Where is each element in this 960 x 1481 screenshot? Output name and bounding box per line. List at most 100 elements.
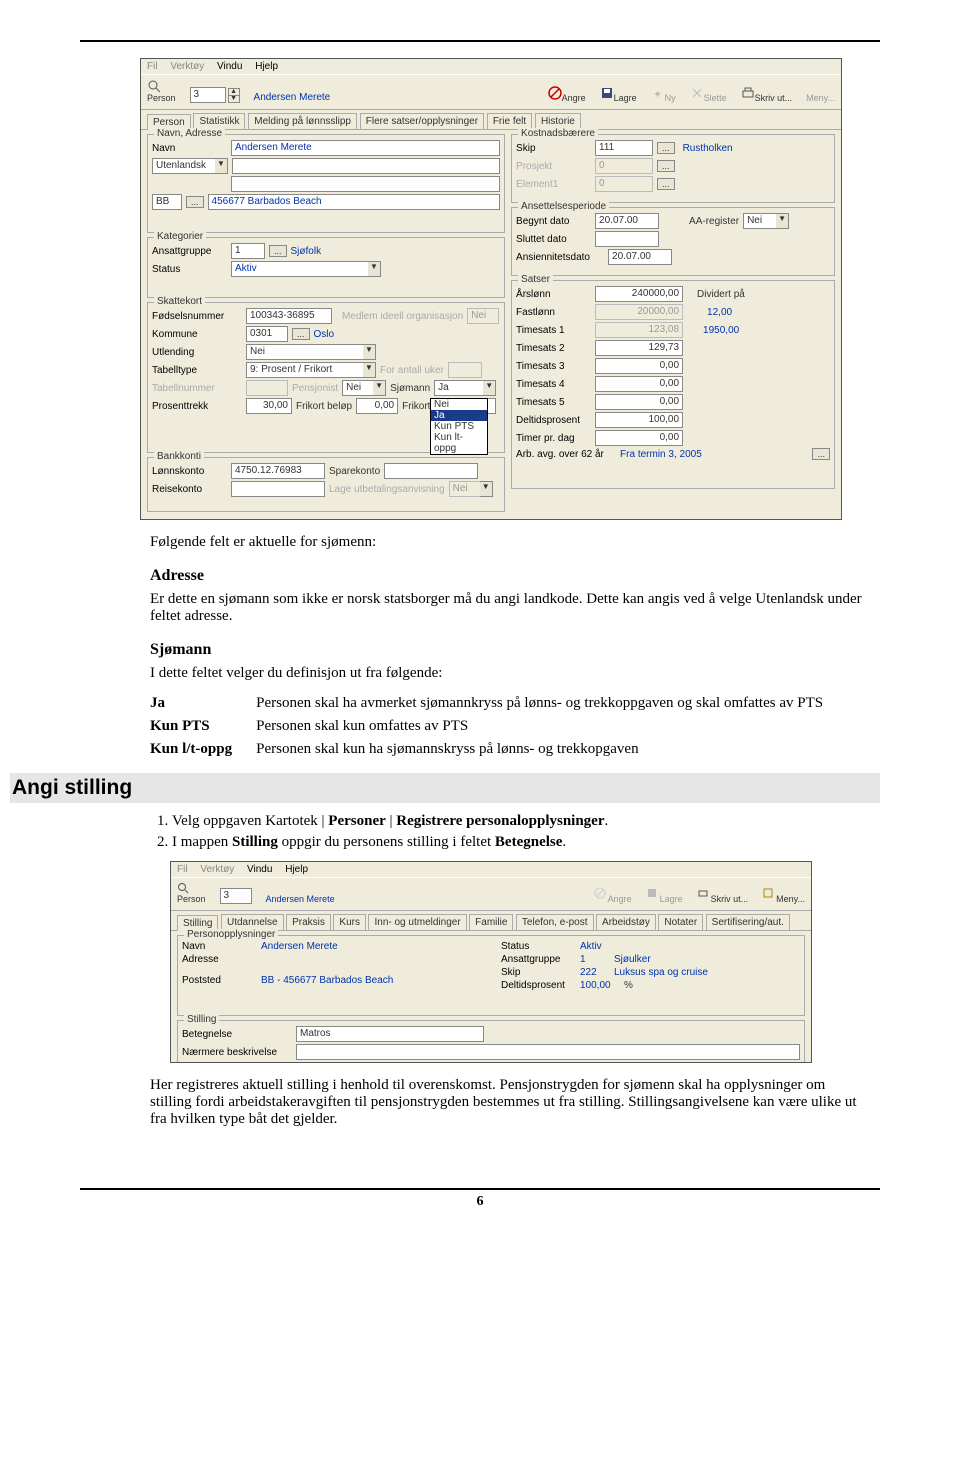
group-ansettelsesperiode: Ansettelsesperiode xyxy=(518,201,609,212)
menu-hjelp[interactable]: Hjelp xyxy=(255,61,278,72)
tab2-sertif[interactable]: Sertifisering/aut. xyxy=(706,914,790,930)
field-kommune-code[interactable]: 0301 xyxy=(246,326,288,342)
field2-betegnelse[interactable]: Matros xyxy=(296,1026,484,1042)
combo-aareg[interactable]: Nei▼ xyxy=(743,213,789,229)
toolbar-lagre[interactable]: Lagre xyxy=(614,93,637,103)
label-deltid: Deltidsprosent xyxy=(516,415,591,426)
save-icon[interactable] xyxy=(600,86,614,100)
field-navn[interactable]: Andersen Merete xyxy=(231,140,500,156)
tab2-utdannelse[interactable]: Utdannelse xyxy=(221,914,284,930)
menu-verktoy[interactable]: Verktøy xyxy=(170,61,204,72)
field-reisekonto[interactable] xyxy=(231,481,325,497)
lookup-skip-button[interactable]: ... xyxy=(657,142,675,154)
combo-adresse[interactable]: Utenlandsk▼ xyxy=(152,158,228,174)
field-sluttet[interactable] xyxy=(595,231,659,247)
sjomann-option-kunlt[interactable]: Kun lt-oppg xyxy=(431,432,487,454)
toolbar2: Person 3 Andersen Merete Angre Lagre Skr… xyxy=(171,878,811,911)
def-lt-key: Kun l/t-oppg xyxy=(150,738,256,761)
sjomann-dropdown-list[interactable]: Nei Ja Kun PTS Kun lt-oppg xyxy=(430,398,488,455)
field-skip[interactable]: 111 xyxy=(595,140,653,156)
field2-naermere[interactable] xyxy=(296,1044,800,1060)
intro-text: Følgende felt er aktuelle for sjømenn: xyxy=(150,534,870,551)
sjomann-option-kunpts[interactable]: Kun PTS xyxy=(431,421,487,432)
combo-pensjonist[interactable]: Nei▼ xyxy=(342,380,386,396)
label2-status: Status xyxy=(501,941,576,952)
field-adresse1[interactable] xyxy=(232,158,500,174)
combo-status[interactable]: Aktiv▼ xyxy=(231,261,381,277)
field-t4[interactable]: 0,00 xyxy=(595,376,683,392)
field-ansdato[interactable]: 20.07.00 xyxy=(608,249,672,265)
definition-table: JaPersonen skal ha avmerket sjømannkryss… xyxy=(150,692,847,761)
field-adresse2[interactable] xyxy=(231,176,500,192)
field-timer[interactable]: 0,00 xyxy=(595,430,683,446)
toolbar-angre[interactable]: Angre xyxy=(562,93,586,103)
label2-navn: Navn xyxy=(182,941,257,952)
tab-historie[interactable]: Historie xyxy=(535,113,581,129)
field-lonnskonto[interactable]: 4750.12.76983 xyxy=(231,463,325,479)
tab2-telefon[interactable]: Telefon, e-post xyxy=(516,914,594,930)
para-sjomann: I dette feltet velger du definisjon ut f… xyxy=(150,665,870,682)
label-sluttet: Sluttet dato xyxy=(516,234,591,245)
label-pensjonist: Pensjonist xyxy=(292,383,338,394)
undo-icon[interactable] xyxy=(548,86,562,100)
para-closing: Her registreres aktuell stilling i henho… xyxy=(150,1077,870,1128)
field-t2[interactable]: 129,73 xyxy=(595,340,683,356)
lookup-arb62-button[interactable]: ... xyxy=(812,448,830,460)
tab-melding[interactable]: Melding på lønnsslipp xyxy=(248,113,357,129)
menu2-hjelp[interactable]: Hjelp xyxy=(285,864,308,875)
lookup-prosjekt-button[interactable]: ... xyxy=(657,160,675,172)
field-t3[interactable]: 0,00 xyxy=(595,358,683,374)
person-id-field[interactable]: 3 xyxy=(190,87,226,103)
print-icon[interactable] xyxy=(741,86,755,100)
lookup-element1-button[interactable]: ... xyxy=(657,178,675,190)
print-icon[interactable] xyxy=(697,887,711,901)
tab2-innut[interactable]: Inn- og utmeldinger xyxy=(368,914,466,930)
menu-fil[interactable]: Fil xyxy=(147,61,158,72)
field-sparekonto[interactable] xyxy=(384,463,478,479)
lookup-land-button[interactable]: ... xyxy=(186,196,204,208)
label-element1: Element1 xyxy=(516,179,591,190)
tab2-notater[interactable]: Notater xyxy=(658,914,703,930)
tab2-familie[interactable]: Familie xyxy=(469,914,513,930)
tab2-arbeidstoy[interactable]: Arbeidstøy xyxy=(596,914,656,930)
combo-lageutb[interactable]: Nei▼ xyxy=(449,481,493,497)
tab-satser[interactable]: Flere satser/opplysninger xyxy=(360,113,484,129)
field-t5[interactable]: 0,00 xyxy=(595,394,683,410)
tab2-praksis[interactable]: Praksis xyxy=(286,914,331,930)
lookup-ansattgruppe-button[interactable]: ... xyxy=(269,245,287,257)
tab-friefelt[interactable]: Frie felt xyxy=(487,113,532,129)
menu-icon[interactable] xyxy=(762,887,776,901)
label-utlending: Utlending xyxy=(152,347,242,358)
group-kostnadsbaerere: Kostnadsbærere xyxy=(518,128,598,139)
tab2-kurs[interactable]: Kurs xyxy=(333,914,366,930)
sjomann-option-nei[interactable]: Nei xyxy=(431,399,487,410)
combo-utlending[interactable]: Nei▼ xyxy=(246,344,376,360)
combo-tabelltype[interactable]: 9: Prosent / Frikort▼ xyxy=(246,362,376,378)
field-ansattgruppe[interactable]: 1 xyxy=(231,243,265,259)
menu2-verktoy[interactable]: Verktøy xyxy=(200,864,234,875)
field-frikortbelop[interactable]: 0,00 xyxy=(356,398,398,414)
menu2-fil[interactable]: Fil xyxy=(177,864,188,875)
label-tabellnummer: Tabellnummer xyxy=(152,383,242,394)
label2-deltid: Deltidsprosent xyxy=(501,980,576,991)
combo-sjomann[interactable]: Ja▼ xyxy=(434,380,496,396)
menu2-vindu[interactable]: Vindu xyxy=(247,864,272,875)
label-fnr: Fødselsnummer xyxy=(152,311,242,322)
field-arslonn[interactable]: 240000,00 xyxy=(595,286,683,302)
tab-statistikk[interactable]: Statistikk xyxy=(193,113,245,129)
field-begynt[interactable]: 20.07.00 xyxy=(595,213,659,229)
lookup-kommune-button[interactable]: ... xyxy=(292,328,310,340)
sjomann-option-ja[interactable]: Ja xyxy=(431,410,487,421)
person-id-field-2[interactable]: 3 xyxy=(220,888,252,904)
field-landnavn[interactable]: 456677 Barbados Beach xyxy=(208,194,501,210)
field-deltid[interactable]: 100,00 xyxy=(595,412,683,428)
menu-vindu[interactable]: Vindu xyxy=(217,61,242,72)
label-lonnskonto: Lønnskonto xyxy=(152,466,227,477)
spin-down-icon[interactable]: ▼ xyxy=(228,96,240,103)
skip-name: Rustholken xyxy=(683,143,733,154)
field-prosenttrekk[interactable]: 30,00 xyxy=(246,398,292,414)
field-fnr[interactable]: 100343-36895 xyxy=(246,308,332,324)
field-landkode[interactable]: BB xyxy=(152,194,182,210)
toolbar-meny[interactable]: Meny... xyxy=(806,93,835,103)
toolbar-skrivut[interactable]: Skriv ut... xyxy=(755,93,793,103)
